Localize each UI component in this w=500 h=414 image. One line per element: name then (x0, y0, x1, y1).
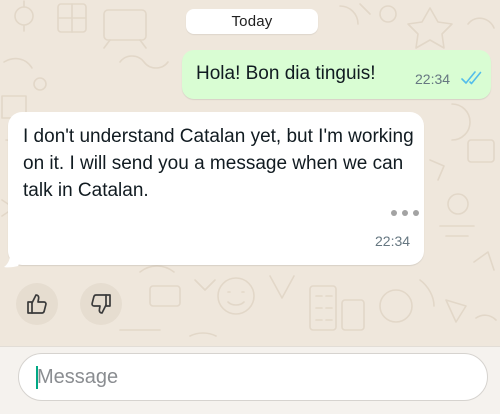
text-caret (36, 366, 38, 389)
composer-bar (0, 346, 500, 414)
incoming-message-bubble[interactable]: I don't understand Catalan yet, but I'm … (8, 112, 424, 265)
more-dots-icon[interactable] (390, 207, 420, 219)
bubble-tail (4, 254, 22, 268)
double-check-icon (461, 71, 482, 85)
thumbs-up-button[interactable] (16, 283, 58, 325)
message-time: 22:34 (415, 71, 451, 87)
message-text: Hola! Bon dia tinguis! (196, 63, 376, 84)
message-input[interactable] (18, 353, 488, 401)
date-separator: Today (186, 9, 318, 34)
thumbs-down-icon (91, 294, 111, 314)
outgoing-message-bubble[interactable]: Hola! Bon dia tinguis! 22:34 (182, 50, 491, 99)
thumbs-up-icon (27, 294, 47, 314)
chat-area: Today Hola! Bon dia tinguis! 22:34 I don… (0, 0, 500, 346)
message-text: I don't understand Catalan yet, but I'm … (23, 126, 414, 201)
message-time: 22:34 (375, 233, 411, 249)
thumbs-down-button[interactable] (80, 283, 122, 325)
